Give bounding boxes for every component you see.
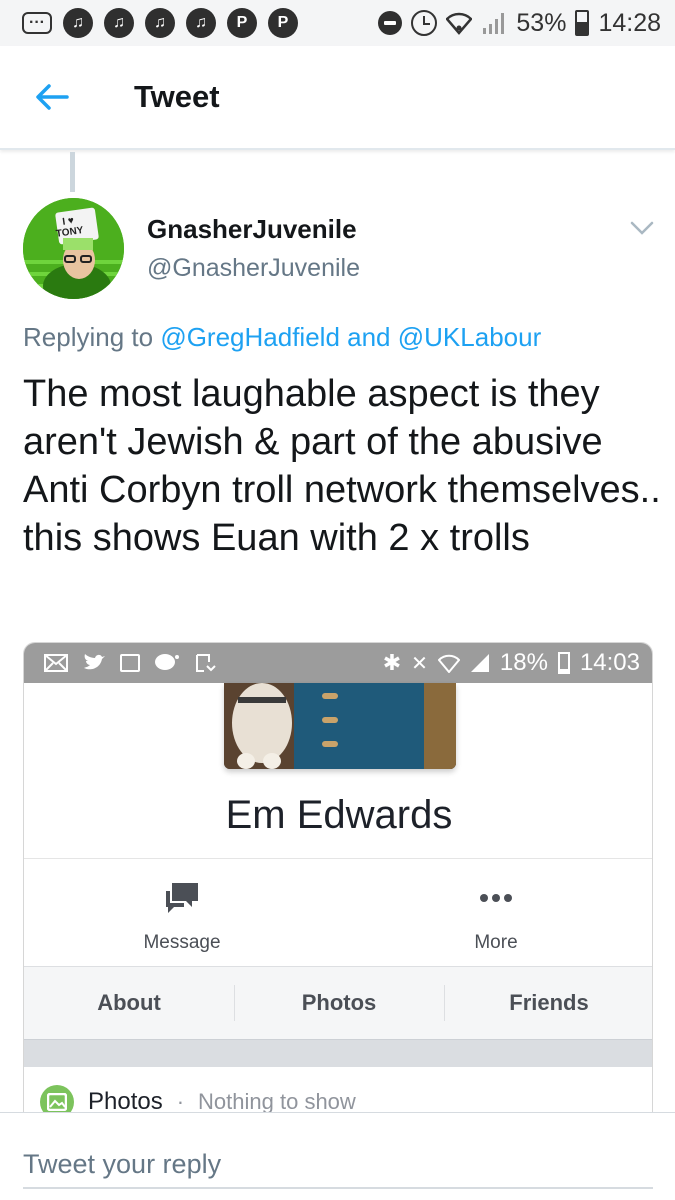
replying-to-line: Replying to @GregHadfield and @UKLabour	[23, 322, 541, 353]
wifi-icon	[437, 654, 460, 673]
thread-connector	[70, 152, 75, 192]
do-not-disturb-icon	[378, 11, 403, 35]
profile-tabs: About Photos Friends	[24, 967, 652, 1039]
embedded-system-indicators: ✱ ✕ 18% 14:03	[383, 649, 640, 677]
clock: 14:28	[598, 8, 661, 37]
divider	[24, 858, 652, 859]
profile-name: Em Edwards	[225, 793, 453, 837]
reply-input[interactable]	[23, 1141, 653, 1189]
tab-photos: Photos	[234, 967, 444, 1039]
battery-icon	[575, 10, 590, 36]
more-button: More	[416, 881, 576, 954]
replying-prefix: Replying to	[23, 322, 154, 352]
mail-icon	[44, 654, 68, 672]
more-label: More	[474, 932, 518, 953]
embedded-notification-icons	[44, 652, 216, 674]
bluetooth-icon: ✱	[382, 650, 402, 675]
status-bar: ··· ♫ ♫ ♫ ♫ P P 53% 14:28	[0, 0, 675, 46]
tab-friends: Friends	[444, 967, 652, 1039]
embedded-status-bar: ✱ ✕ 18% 14:03	[24, 643, 652, 683]
back-button[interactable]	[22, 67, 82, 127]
signal-icon	[483, 13, 505, 34]
notification-icons: ··· ♫ ♫ ♫ ♫ P P	[22, 8, 298, 38]
battery-level	[577, 22, 588, 34]
music-notification-icon: ♫	[63, 8, 93, 38]
system-indicators: 53% 14:28	[378, 9, 661, 38]
battery-icon	[557, 652, 570, 674]
page-title: Tweet	[134, 79, 220, 114]
more-notifications-icon: ···	[22, 12, 52, 34]
embedded-clock: 14:03	[579, 649, 640, 676]
chevron-down-icon[interactable]	[628, 218, 656, 238]
back-arrow-icon	[36, 84, 69, 110]
chat-bubble-icon	[155, 654, 179, 670]
battery-percent: 53%	[516, 8, 567, 37]
tweet-text: The most laughable aspect is they aren't…	[23, 373, 661, 559]
music-notification-icon: ♫	[186, 8, 216, 38]
mute-icon: ✕	[411, 652, 428, 675]
mention-link[interactable]: @GregHadfield	[160, 322, 340, 352]
message-icon	[166, 883, 198, 913]
message-button: Message	[102, 881, 262, 954]
mention-link[interactable]: @UKLabour	[398, 322, 541, 352]
music-notification-icon: ♫	[104, 8, 134, 38]
more-dots-icon	[480, 894, 512, 902]
replying-and[interactable]: and	[347, 322, 390, 352]
battery-level	[559, 668, 568, 672]
music-notification-icon: ♫	[145, 8, 175, 38]
embedded-battery-percent: 18%	[499, 649, 548, 676]
pinterest-icon: P	[268, 8, 298, 38]
twitter-bird-icon	[84, 654, 105, 670]
cover-image	[224, 683, 456, 769]
alarm-icon	[411, 10, 438, 36]
tab-about: About	[97, 990, 161, 1015]
screenshot-icon	[196, 654, 216, 672]
attached-image[interactable]: ✱ ✕ 18% 14:03 Em Edwards Message More Ab…	[23, 642, 653, 1117]
avatar-image	[23, 198, 124, 299]
app-bar: Tweet	[0, 46, 675, 150]
profile-cover-photo	[224, 683, 456, 769]
wifi-icon	[446, 12, 473, 35]
avatar[interactable]	[23, 198, 124, 299]
pinterest-icon: P	[227, 8, 257, 38]
message-label: Message	[143, 932, 221, 953]
author-display-name[interactable]: GnasherJuvenile	[147, 214, 357, 245]
signal-icon	[470, 654, 489, 672]
author-handle[interactable]: @GnasherJuvenile	[147, 254, 360, 283]
section-separator	[24, 1039, 652, 1067]
gallery-icon	[120, 654, 140, 672]
reply-composer	[0, 1112, 675, 1200]
